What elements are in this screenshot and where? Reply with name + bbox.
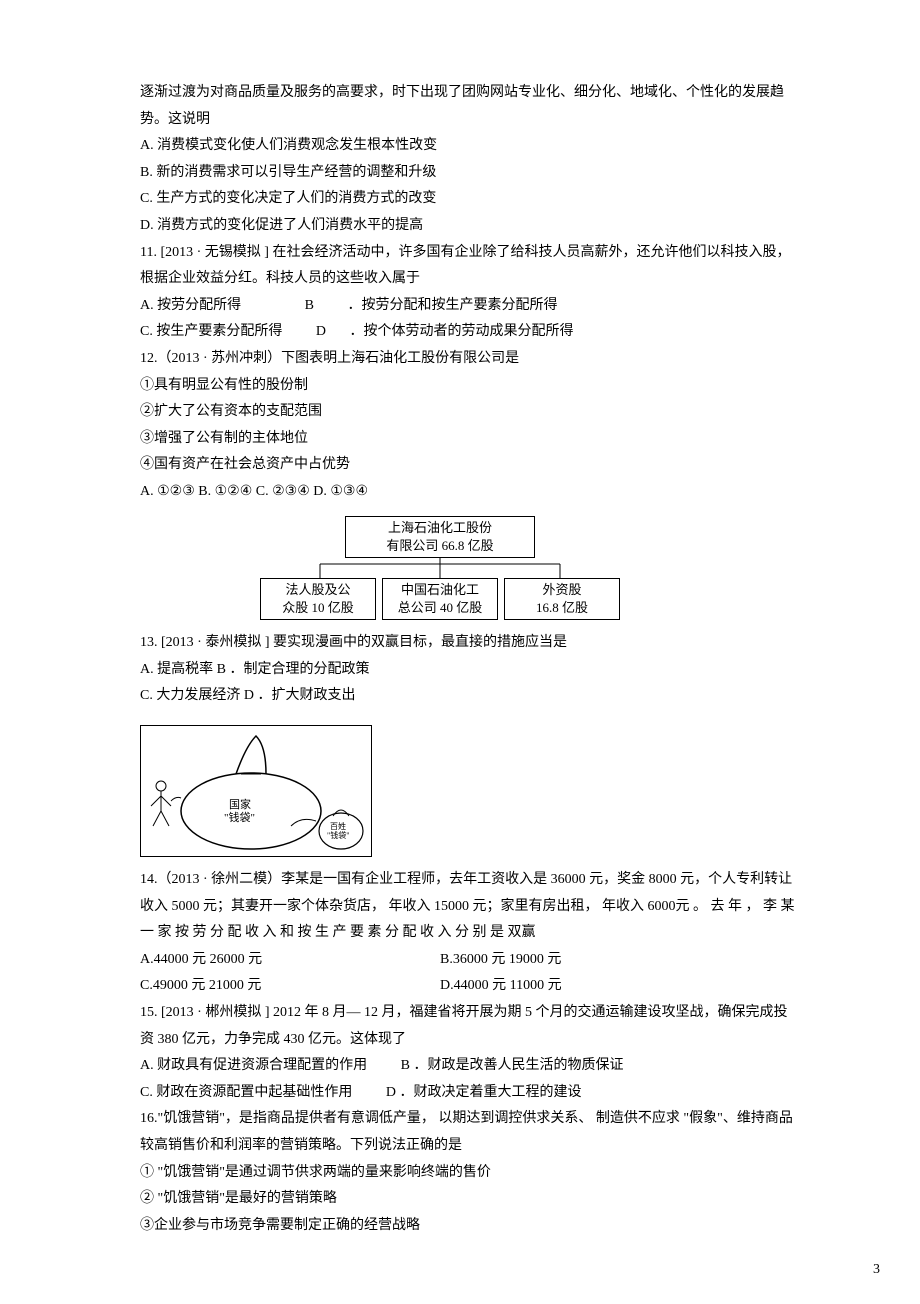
page-number: 3 xyxy=(873,1257,880,1284)
q12-opts: A. ①②③ B. ①②④ C. ②③④ D. ①③④ xyxy=(140,479,800,506)
q13-opt-ab: A. 提高税率 B ．制定合理的分配政策 xyxy=(140,657,800,684)
q10-opt-c: C. 生产方式的变化决定了人们的消费方式的改变 xyxy=(140,186,800,213)
q14-stem: 14.（2013 · 徐州二模）李某是一国有企业工程师，去年工资收入是 3600… xyxy=(140,867,800,947)
svg-text:百姓: 百姓 xyxy=(330,821,346,831)
cartoon-svg: 国家 "钱袋" 百姓 "钱袋" xyxy=(141,726,371,856)
connector-lines xyxy=(260,558,620,578)
q15-opt-d: D ．财政决定着重大工程的建设 xyxy=(386,1085,582,1100)
q16-o3: ③企业参与市场竞争需要制定正确的经营战略 xyxy=(140,1213,800,1240)
q11-opt-a: A. 按劳分配所得 xyxy=(140,298,241,313)
q10-opt-a: A. 消费模式变化使人们消费观念发生根本性改变 xyxy=(140,133,800,160)
q11-opt-d-text: ．按个体劳动者的劳动成果分配所得 xyxy=(349,324,573,339)
q16-o2: ② "饥饿营销"是最好的营销策略 xyxy=(140,1186,800,1213)
svg-text:"钱袋": "钱袋" xyxy=(224,810,255,824)
q11-opt-b-text: ．按劳分配和按生产要素分配所得 xyxy=(347,298,557,313)
diagram-cell-2: 中国石油化工 总公司 40 亿股 xyxy=(382,578,498,620)
q11-stem: 11. [2013 · 无锡模拟 ] 在社会经济活动中，许多国有企业除了给科技人… xyxy=(140,240,800,293)
q15-opt-a: A. 财政具有促进资源合理配置的作用 xyxy=(140,1058,367,1073)
q14-opt-d: D.44000 元 11000 元 xyxy=(440,978,562,993)
q13-opt-cd: C. 大力发展经济 D ．扩大财政支出 xyxy=(140,683,800,710)
q14-opt-b: B.36000 元 19000 元 xyxy=(440,952,561,967)
q14-opt-a: A.44000 元 26000 元 xyxy=(140,952,262,967)
svg-text:"钱袋": "钱袋" xyxy=(327,830,350,840)
q15-opt-c: C. 财政在资源配置中起基础性作用 xyxy=(140,1085,352,1100)
diagram-top-box: 上海石油化工股份 有限公司 66.8 亿股 xyxy=(345,516,535,558)
q13-stem: 13. [2013 · 泰州模拟 ] 要实现漫画中的双赢目标，最直接的措施应当是 xyxy=(140,630,800,657)
q16-o1: ① "饥饿营销"是通过调节供求两端的量来影响终端的售价 xyxy=(140,1160,800,1187)
q15-opt-b: B ．财政是改善人民生活的物质保证 xyxy=(401,1058,624,1073)
q11-opt-d-label: D xyxy=(316,324,326,339)
q14-opt-c: C.49000 元 21000 元 xyxy=(140,978,261,993)
diagram-cell-1: 法人股及公 众股 10 亿股 xyxy=(260,578,376,620)
q12-o2: ②扩大了公有资本的支配范围 xyxy=(140,399,800,426)
q16-stem: 16."饥饿营销"，是指商品提供者有意调低产量， 以期达到调控供求关系、 制造供… xyxy=(140,1106,800,1159)
q10-opt-d: D. 消费方式的变化促进了人们消费水平的提高 xyxy=(140,213,800,240)
q12-o3: ③增强了公有制的主体地位 xyxy=(140,426,800,453)
q13-cartoon: 国家 "钱袋" 百姓 "钱袋" xyxy=(140,725,800,857)
q11-opt-c: C. 按生产要素分配所得 xyxy=(140,324,282,339)
q10-opt-b: B. 新的消费需求可以引导生产经营的调整和升级 xyxy=(140,160,800,187)
q15-stem: 15. [2013 · 郴州模拟 ] 2012 年 8 月— 12 月，福建省将… xyxy=(140,1000,800,1053)
diagram-cell-3: 外资股 16.8 亿股 xyxy=(504,578,620,620)
svg-text:国家: 国家 xyxy=(229,797,251,811)
q11-opt-b-label: B xyxy=(305,298,314,313)
intro-text: 逐渐过渡为对商品质量及服务的高要求，时下出现了团购网站专业化、细分化、地域化、个… xyxy=(140,80,800,133)
q12-diagram: 上海石油化工股份 有限公司 66.8 亿股 法人股及公 众股 10 亿股 中国石… xyxy=(260,516,620,621)
q12-o4: ④国有资产在社会总资产中占优势 xyxy=(140,452,800,479)
q12-stem: 12.（2013 · 苏州冲刺）下图表明上海石油化工股份有限公司是 xyxy=(140,346,800,373)
q12-o1: ①具有明显公有性的股份制 xyxy=(140,373,800,400)
